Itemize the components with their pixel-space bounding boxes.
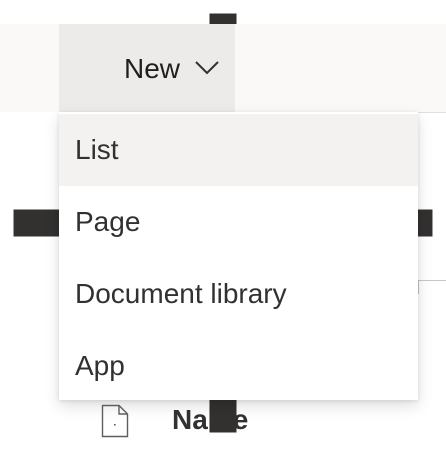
- menu-item-list[interactable]: List: [59, 114, 418, 186]
- document-icon: [101, 404, 129, 438]
- background-border: [418, 280, 446, 281]
- menu-item-label: List: [75, 134, 119, 165]
- new-button-label: New: [124, 53, 181, 84]
- menu-item-label: App: [75, 350, 125, 381]
- background-border-tick: [418, 280, 419, 294]
- menu-item-label: Page: [75, 206, 141, 237]
- menu-item-app[interactable]: App: [59, 330, 418, 402]
- menu-item-document-library[interactable]: Document library: [59, 258, 418, 330]
- chevron-down-icon[interactable]: [194, 58, 220, 78]
- menu-item-page[interactable]: Page: [59, 186, 418, 258]
- new-dropdown-menu: List Page Document library App: [59, 112, 418, 400]
- background-divider: [418, 112, 446, 113]
- menu-item-label: Document library: [75, 278, 287, 309]
- column-header-name[interactable]: Name: [172, 403, 248, 437]
